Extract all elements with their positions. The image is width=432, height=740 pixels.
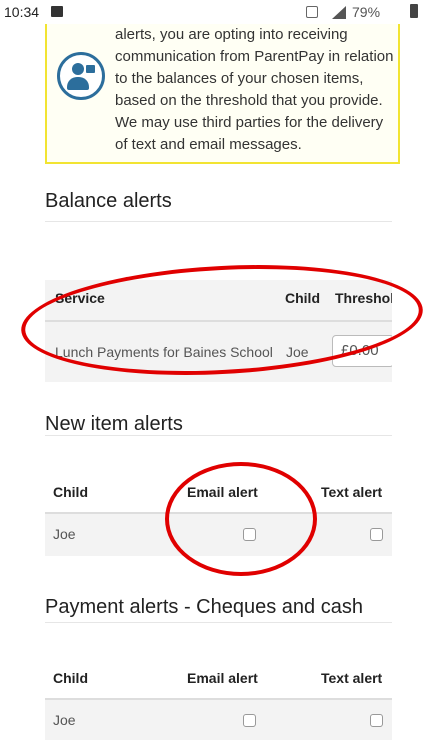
- header-child: Child: [53, 484, 88, 500]
- consent-notice: alerts, you are opting into receiving co…: [45, 24, 400, 164]
- balance-alerts-table: Service Child Threshold Lunch Payments f…: [45, 280, 392, 382]
- table-header: Child Email alert Text alert: [45, 474, 392, 514]
- cell-service: Lunch Payments for Baines School: [55, 344, 273, 360]
- section-divider: [45, 221, 392, 222]
- signal-icon: [332, 6, 346, 19]
- battery-percent: 79%: [352, 4, 381, 20]
- payment-alerts-title: Payment alerts - Cheques and cash: [45, 596, 363, 618]
- table-row: Lunch Payments for Baines School Joe £0.…: [45, 322, 392, 382]
- email-alert-checkbox[interactable]: [243, 714, 256, 727]
- header-threshold: Threshold: [335, 290, 392, 306]
- header-email-alert: Email alert: [187, 670, 258, 686]
- page-content[interactable]: alerts, you are opting into receiving co…: [0, 24, 432, 740]
- notice-text: alerts, you are opting into receiving co…: [115, 26, 394, 153]
- new-item-alerts-title: New item alerts: [45, 413, 183, 435]
- table-row: Joe: [45, 700, 392, 740]
- section-divider: [45, 435, 392, 436]
- threshold-input[interactable]: £0.00: [332, 335, 392, 367]
- header-service: Service: [55, 290, 105, 306]
- cell-child: Joe: [53, 526, 76, 542]
- cell-child: Joe: [286, 344, 309, 360]
- status-bar: 10:34 79%: [0, 0, 432, 24]
- payment-alerts-table: Child Email alert Text alert Joe: [45, 660, 392, 740]
- table-row: Joe: [45, 514, 392, 556]
- status-time: 10:34: [4, 4, 40, 20]
- user-lock-icon: [57, 52, 105, 100]
- header-text-alert: Text alert: [321, 484, 383, 500]
- text-alert-checkbox[interactable]: [370, 714, 383, 727]
- header-child: Child: [53, 670, 88, 686]
- table-header: Child Email alert Text alert: [45, 660, 392, 700]
- email-alert-checkbox[interactable]: [243, 528, 256, 541]
- battery-icon: [410, 4, 418, 18]
- new-item-alerts-table: Child Email alert Text alert Joe: [45, 474, 392, 556]
- header-email-alert: Email alert: [187, 484, 258, 500]
- vibrate-icon: [306, 6, 318, 18]
- section-divider: [45, 622, 392, 623]
- image-notification-icon: [51, 6, 63, 17]
- cell-child: Joe: [53, 712, 76, 728]
- header-text-alert: Text alert: [321, 670, 383, 686]
- header-child: Child: [285, 290, 320, 306]
- table-header: Service Child Threshold: [45, 280, 392, 322]
- text-alert-checkbox[interactable]: [370, 528, 383, 541]
- balance-alerts-title: Balance alerts: [45, 190, 172, 212]
